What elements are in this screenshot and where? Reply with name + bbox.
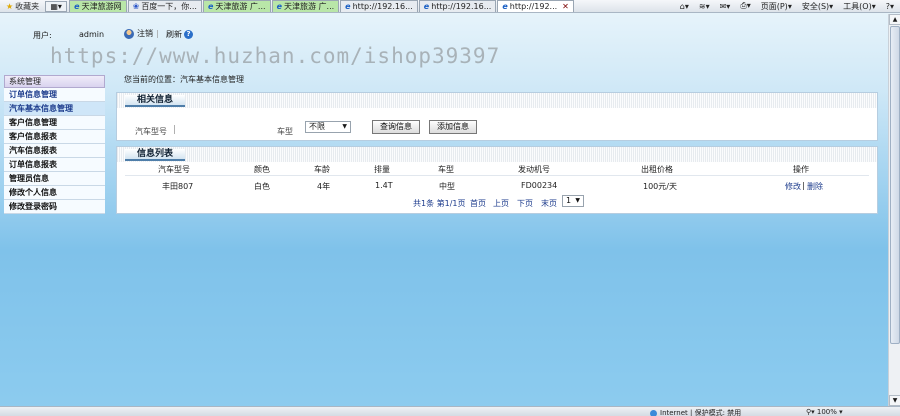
page-menu[interactable]: 页面(P)▾ bbox=[761, 1, 792, 12]
scroll-thumb[interactable] bbox=[890, 26, 900, 344]
search-panel: 相关信息 汽车型号 | 车型 不限 ▼ 查询信息 添加信息 bbox=[116, 92, 878, 141]
column-header: 汽车型号 bbox=[158, 165, 190, 174]
sidebar-heading: 系统管理 bbox=[4, 75, 105, 88]
cell-displacement: 1.4T bbox=[375, 181, 393, 190]
sidebar-item-admin-info[interactable]: 管理员信息 bbox=[4, 172, 105, 186]
help-icon[interactable]: ?▾ bbox=[886, 2, 894, 11]
chevron-down-icon: ▼ bbox=[575, 197, 580, 204]
add-button[interactable]: 添加信息 bbox=[429, 120, 477, 134]
search-panel-title: 相关信息 bbox=[125, 95, 186, 107]
browser-tab[interactable]: e 天津旅游 广... bbox=[271, 0, 340, 12]
query-button[interactable]: 查询信息 bbox=[372, 120, 420, 134]
ie-icon: e bbox=[207, 2, 214, 11]
page-select[interactable]: 1 ▼ bbox=[562, 195, 584, 207]
browser-tab-bar: ★ 收藏夹 ▦▾ e 天津旅游网 ❀ 百度一下，你... e 天津旅游 广... e 天津… bbox=[0, 0, 900, 13]
sidebar-item-order-report[interactable]: 订单信息报表 bbox=[4, 158, 105, 172]
list-panel-title: 信息列表 bbox=[125, 149, 186, 161]
cell-color: 白色 bbox=[254, 182, 270, 191]
quick-tabs-button[interactable]: ▦▾ bbox=[45, 0, 68, 12]
user-name: admin bbox=[79, 30, 105, 39]
ie-icon: e bbox=[502, 2, 508, 11]
browser-tab[interactable]: ❀ 百度一下，你... bbox=[127, 0, 202, 12]
browser-tab[interactable]: e 天津旅游网 bbox=[69, 0, 127, 12]
close-icon[interactable]: ✕ bbox=[562, 2, 569, 11]
command-bar: ⌂▾ ≋▾ ✉▾ ⎙▾ 页面(P)▾ 安全(S)▾ 工具(O)▾ ?▾ bbox=[680, 1, 900, 12]
type-select[interactable]: 不限 ▼ bbox=[305, 121, 351, 133]
sidebar-item-customer-report[interactable]: 客户信息报表 bbox=[4, 130, 105, 144]
list-panel: 信息列表 汽车型号 颜色 车龄 排量 车型 发动机号 出租价格 操作 丰田807… bbox=[116, 146, 878, 214]
browser-tab[interactable]: e 天津旅游 广... bbox=[202, 0, 271, 12]
pager-next[interactable]: 下页 bbox=[517, 198, 533, 209]
feeds-icon[interactable]: ≋▾ bbox=[699, 2, 710, 11]
separator: | bbox=[156, 29, 159, 38]
zoom-icon: ⚲▾ bbox=[806, 408, 817, 416]
column-header: 颜色 bbox=[254, 165, 270, 174]
separator: | bbox=[173, 125, 177, 135]
cell-model: 丰田807 bbox=[162, 182, 194, 191]
mail-icon[interactable]: ✉▾ bbox=[720, 2, 731, 11]
pager-prev[interactable]: 上页 bbox=[493, 198, 509, 209]
ie-icon: e bbox=[423, 2, 430, 11]
column-header: 操作 bbox=[793, 165, 809, 174]
column-header: 车龄 bbox=[314, 165, 330, 174]
pager-last[interactable]: 末页 bbox=[541, 198, 557, 209]
pager-first[interactable]: 首页 bbox=[470, 198, 486, 209]
status-bar: Internet | 保护模式: 禁用 ⚲▾ 100% ▾ bbox=[0, 406, 900, 416]
divider bbox=[125, 175, 869, 176]
breadcrumb: 您当前的位置：汽车基本信息管理 bbox=[124, 75, 244, 84]
search-panel-header: 相关信息 bbox=[117, 93, 877, 108]
user-icon bbox=[124, 28, 134, 39]
type-label: 车型 bbox=[277, 127, 293, 136]
delete-link[interactable]: 删除 bbox=[807, 181, 823, 192]
home-icon[interactable]: ⌂▾ bbox=[680, 2, 689, 11]
sidebar-item-car-report[interactable]: 汽车信息报表 bbox=[4, 144, 105, 158]
ie-icon: e bbox=[276, 2, 282, 11]
pager-info: 共1条 第1/1页 bbox=[413, 199, 466, 208]
model-input[interactable] bbox=[179, 124, 269, 136]
safety-menu[interactable]: 安全(S)▾ bbox=[802, 1, 833, 12]
chevron-down-icon: ▼ bbox=[342, 123, 347, 130]
column-header: 车型 bbox=[438, 165, 454, 174]
user-label: 用户: bbox=[33, 31, 52, 40]
browser-tab[interactable]: e http://192.16... bbox=[340, 0, 418, 12]
edit-link[interactable]: 修改 bbox=[785, 181, 801, 192]
ie-icon: e bbox=[345, 2, 351, 11]
column-header: 出租价格 bbox=[641, 165, 673, 174]
sidebar-item-customer-manage[interactable]: 客户信息管理 bbox=[4, 116, 105, 130]
globe-icon bbox=[650, 409, 657, 416]
sidebar-item-car-manage[interactable]: 汽车基本信息管理 bbox=[4, 102, 105, 116]
cell-type: 中型 bbox=[439, 182, 455, 191]
favorites-button[interactable]: ★ 收藏夹 bbox=[0, 1, 45, 12]
scroll-up-arrow-icon[interactable]: ▲ bbox=[889, 14, 900, 25]
logout-link[interactable]: 注销 | bbox=[124, 28, 159, 39]
cell-age: 4年 bbox=[317, 182, 331, 191]
vertical-scrollbar[interactable]: ▲ ▼ bbox=[888, 14, 900, 406]
model-label: 汽车型号 bbox=[135, 127, 167, 136]
sidebar-item-edit-profile[interactable]: 修改个人信息 bbox=[4, 186, 105, 200]
zoom-level[interactable]: ⚲▾ 100% ▾ bbox=[806, 408, 843, 416]
sidebar-item-change-password[interactable]: 修改登录密码 bbox=[4, 200, 105, 214]
cell-engine: FD00234 bbox=[521, 181, 558, 190]
paw-icon: ❀ bbox=[132, 2, 140, 11]
separator: | bbox=[802, 181, 805, 190]
browser-tab-active[interactable]: e http://192... ✕ bbox=[497, 0, 574, 12]
browser-tab[interactable]: e http://192.16... bbox=[418, 0, 497, 12]
sidebar: 系统管理 订单信息管理 汽车基本信息管理 客户信息管理 客户信息报表 汽车信息报… bbox=[4, 75, 105, 214]
grid-icon: ▦▾ bbox=[50, 1, 62, 11]
refresh-link[interactable]: 刷新 ? bbox=[166, 29, 193, 40]
help-icon: ? bbox=[184, 30, 193, 39]
star-icon: ★ bbox=[6, 1, 14, 11]
column-header: 排量 bbox=[374, 165, 390, 174]
list-panel-header: 信息列表 bbox=[117, 147, 877, 162]
ie-icon: e bbox=[74, 2, 80, 11]
print-icon[interactable]: ⎙▾ bbox=[740, 1, 750, 11]
scroll-down-arrow-icon[interactable]: ▼ bbox=[889, 395, 900, 406]
sidebar-item-order-manage[interactable]: 订单信息管理 bbox=[4, 88, 105, 102]
column-header: 发动机号 bbox=[518, 165, 550, 174]
page-header: 用户: admin 注销 | 刷新 ? bbox=[0, 14, 888, 74]
tools-menu[interactable]: 工具(O)▾ bbox=[843, 1, 876, 12]
cell-price: 100元/天 bbox=[643, 182, 677, 191]
security-zone[interactable]: Internet | 保护模式: 禁用 bbox=[650, 408, 741, 416]
